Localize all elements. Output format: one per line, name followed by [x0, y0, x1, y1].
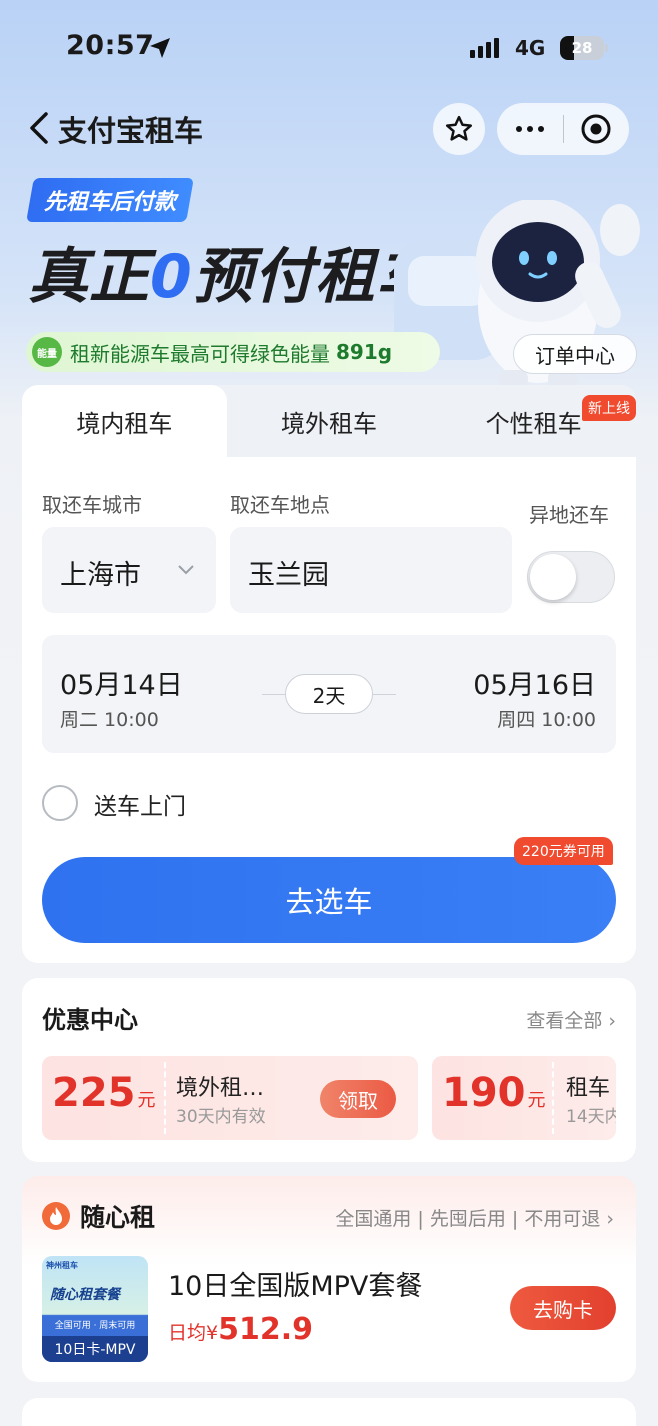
thumb-subtitle: 全国可用 · 周末可用: [54, 1321, 136, 1331]
city-value: 上海市: [60, 560, 141, 591]
tab-label: 个性租车: [485, 409, 582, 438]
pickup-date[interactable]: 05月14日: [60, 663, 183, 702]
thumb-title: 随心租套餐: [50, 1287, 120, 1303]
green-energy-banner[interactable]: 能量 租新能源车最高可得绿色能量 891g: [26, 332, 440, 372]
fire-icon: [42, 1202, 70, 1230]
place-value: 玉兰园: [248, 560, 329, 591]
claim-button[interactable]: 领取: [320, 1080, 396, 1118]
tab-overseas[interactable]: 境外租车: [227, 385, 432, 457]
status-time: 20:57: [66, 30, 155, 61]
duration-line-right: [373, 694, 396, 695]
coupon-available-badge: 220元券可用: [514, 837, 613, 865]
chevron-right-icon: ›: [606, 1208, 614, 1230]
location-arrow-icon: [150, 38, 170, 58]
buy-card-button[interactable]: 去购卡: [510, 1286, 616, 1330]
energy-text: 租新能源车最高可得绿色能量: [70, 341, 330, 366]
coupon-card[interactable]: 225 元 境外租… 30天内有效 领取: [42, 1056, 418, 1140]
see-all-label: 查看全部: [526, 1010, 603, 1032]
coupon-divider: [164, 1062, 166, 1134]
pickup-time: 周二 10:00: [60, 709, 159, 731]
coupon-name: 租车: [566, 1076, 611, 1101]
network-type: 4G: [515, 36, 546, 60]
energy-badge: 能量: [32, 337, 62, 367]
package-card: 随心租 全国通用 | 先囤后用 | 不用可退 › 神州租车 随心租套餐 全国可用…: [22, 1176, 636, 1382]
tab-domestic[interactable]: 境内租车: [22, 385, 227, 457]
tab-label: 境外租车: [281, 409, 377, 438]
delivery-label[interactable]: 送车上门: [94, 787, 186, 821]
new-badge: 新上线: [582, 395, 636, 421]
status-bar: 20:57 4G 28: [0, 0, 658, 96]
order-center-button[interactable]: 订单中心: [513, 334, 637, 374]
promo-tag-text: 先租车后付款: [44, 190, 177, 215]
city-label: 取还车城市: [42, 493, 142, 517]
chevron-down-icon: [178, 565, 194, 575]
package-section-title: 随心租: [80, 1203, 156, 1232]
nav-bar: 支付宝租车: [0, 100, 658, 156]
coupon-unit: 元: [137, 1090, 156, 1111]
more-icon[interactable]: [497, 126, 563, 132]
package-price: 日均¥512.9: [168, 1312, 313, 1347]
package-tags[interactable]: 全国通用 | 先囤后用 | 不用可退 ›: [335, 1204, 614, 1231]
favorite-button[interactable]: [433, 103, 485, 155]
promo-tag: 先租车后付款: [26, 178, 194, 222]
coupon-validity: 14天内: [566, 1107, 616, 1127]
coupon-divider: [552, 1062, 554, 1134]
battery-level: 28: [571, 39, 593, 57]
tab-label: 境内租车: [76, 409, 173, 438]
signal-icon: [470, 38, 499, 58]
mini-app-capsule: [497, 103, 629, 155]
offers-card: 优惠中心 查看全部 › 225 元 境外租… 30天内有效 领取 190 元 租车 …: [22, 978, 636, 1162]
diff-return-toggle[interactable]: [527, 551, 615, 603]
toggle-knob: [530, 554, 576, 600]
city-select[interactable]: 上海市: [42, 527, 216, 613]
coupon-amount: 225 元: [52, 1070, 156, 1116]
diff-return-label: 异地还车: [529, 503, 609, 527]
energy-value: 891g: [336, 340, 393, 364]
booking-card: 境内租车 境外租车 个性租车 新上线 取还车城市 取还车地点 异地还车 上海市 玉…: [22, 385, 636, 963]
coupon-amount: 190 元: [442, 1070, 546, 1116]
choose-car-button[interactable]: 去选车: [42, 857, 616, 943]
package-tags-text: 全国通用 | 先囤后用 | 不用可退: [335, 1208, 601, 1230]
hero-banner: 先租车后付款 真正0预付租车 能量 租新能源车最高可得绿色能量 891g 订单中…: [0, 170, 658, 390]
return-date[interactable]: 05月16日: [473, 663, 596, 702]
back-arrow-icon[interactable]: [26, 110, 56, 146]
next-section-card: [22, 1398, 636, 1426]
coupon-name: 境外租…: [176, 1076, 265, 1101]
package-thumbnail[interactable]: 神州租车 随心租套餐 全国可用 · 周末可用 10日卡-MPV: [42, 1256, 148, 1362]
page-title: 支付宝租车: [58, 114, 204, 148]
tab-personalized[interactable]: 个性租车 新上线: [431, 385, 636, 457]
chevron-right-icon: ›: [608, 1010, 616, 1032]
place-input[interactable]: 玉兰园: [230, 527, 512, 613]
offers-title: 优惠中心: [42, 1006, 138, 1034]
price-label: 日均¥: [168, 1322, 219, 1344]
thumb-footer: 10日卡-MPV: [42, 1336, 148, 1362]
coupon-validity: 30天内有效: [176, 1107, 266, 1127]
target-icon: [581, 114, 611, 144]
hero-headline: 真正0预付租车: [28, 228, 437, 315]
coupon-amount-value: 225: [52, 1070, 136, 1116]
close-app-button[interactable]: [564, 113, 628, 145]
rental-tabs: 境内租车 境外租车 个性租车 新上线: [22, 385, 636, 457]
headline-part-1: 真正: [28, 242, 150, 312]
headline-zero: 0: [150, 242, 193, 312]
thumb-brand: 神州租车: [46, 1261, 78, 1270]
battery-icon: 28: [560, 36, 604, 60]
delivery-radio[interactable]: [42, 785, 78, 821]
return-time: 周四 10:00: [497, 709, 596, 731]
price-value: 512.9: [218, 1312, 313, 1347]
duration-line-left: [262, 694, 285, 695]
place-label: 取还车地点: [230, 493, 330, 517]
coupon-unit: 元: [527, 1090, 546, 1111]
duration-pill: 2天: [285, 674, 373, 714]
package-name[interactable]: 10日全国版MPV套餐: [168, 1264, 422, 1303]
coupon-amount-value: 190: [442, 1070, 526, 1116]
coupon-card[interactable]: 190 元 租车 14天内: [432, 1056, 616, 1140]
battery-cap: [605, 44, 608, 52]
star-icon: [446, 115, 472, 141]
see-all-link[interactable]: 查看全部 ›: [526, 1006, 616, 1033]
